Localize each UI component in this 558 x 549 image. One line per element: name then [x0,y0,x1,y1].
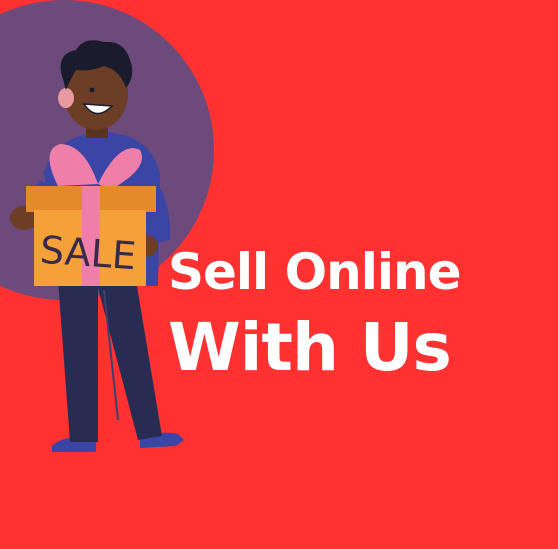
headline: Sell Online With Us [168,236,548,388]
ear [58,88,74,108]
headline-line-2: With Us [168,309,452,386]
sale-label: SALE [39,228,138,279]
promo-banner: SALE Sell Online With Us [0,0,558,549]
eye [89,87,95,93]
headline-line-1: Sell Online [168,243,462,301]
